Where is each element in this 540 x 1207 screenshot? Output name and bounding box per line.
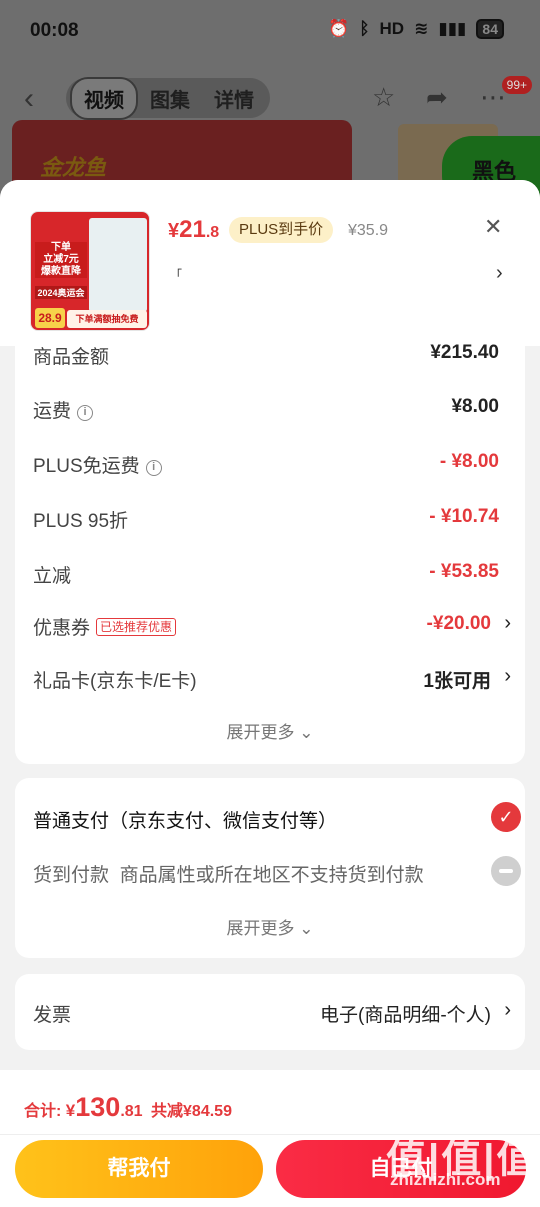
rice-bag-image: [89, 218, 147, 312]
checkmark-icon[interactable]: ✓: [491, 802, 521, 832]
status-bar: 00:08 ⏰ ᛒ HD ≋ ▮▮▮ 84: [0, 0, 540, 64]
expand-more-button[interactable]: 展开更多 ⌄: [15, 914, 525, 939]
expand-more-button[interactable]: 展开更多 ⌄: [15, 718, 525, 743]
summary-row-coupon[interactable]: 优惠券 已选推荐优惠 -¥20.00 ›: [33, 612, 511, 643]
info-icon[interactable]: i: [77, 405, 94, 421]
summary-row-shipping: 运费 i ¥8.00: [33, 396, 499, 422]
background-page: 00:08 ⏰ ᛒ HD ≋ ▮▮▮ 84 ‹ 视频 图集 详情 ☆ ➦ ⋯ 9…: [0, 0, 540, 200]
tab-details[interactable]: 详情: [202, 79, 266, 118]
product-header: 下单 立减7元 爆款直降 2024奥运会 28.9 下单满额抽免费 ¥21.8 …: [0, 180, 540, 346]
media-tabs: 视频 图集 详情: [66, 76, 270, 120]
notification-badge: 99+: [501, 76, 532, 94]
payment-option-cod: 货到付款 商品属性或所在地区不支持货到付款: [33, 856, 521, 887]
tab-gallery[interactable]: 图集: [138, 79, 202, 118]
summary-row-goods-amount: 商品金额 ¥215.40: [33, 342, 499, 368]
alarm-icon: ⏰: [328, 19, 350, 38]
info-icon[interactable]: i: [145, 460, 162, 476]
summary-row-plus-discount: PLUS 95折 - ¥10.74: [33, 506, 499, 532]
product-navbar: ‹ 视频 图集 详情 ☆ ➦ ⋯ 99+: [0, 74, 540, 122]
star-icon[interactable]: ☆: [372, 82, 395, 113]
checkout-footer: 合计: ¥130.81 共减¥84.59 帮我付 自己付 值|值|值 zhizh…: [0, 1070, 540, 1207]
watermark-url: zhizhizhi.com: [390, 1170, 501, 1189]
total-saved: 共减¥84.59: [151, 1103, 232, 1120]
hd-icon: HD: [379, 19, 405, 38]
plus-price-tag: PLUS到手价: [229, 217, 334, 243]
back-arrow-icon[interactable]: ‹: [24, 82, 34, 116]
invoice-row[interactable]: 发票 电子(商品明细-个人) ›: [33, 999, 511, 1030]
recommended-tag: 已选推荐优惠: [96, 618, 177, 636]
product-price: ¥21.8: [168, 216, 220, 243]
invoice-card[interactable]: 发票 电子(商品明细-个人) ›: [15, 974, 525, 1050]
battery-indicator: 84: [476, 19, 504, 39]
price-summary-card: 商品金额 ¥215.40 运费 i ¥8.00 PLUS免运费 i - ¥8.00 …: [15, 342, 525, 764]
summary-row-instant-discount: 立减 - ¥53.85: [33, 561, 499, 587]
brand-logo: 金龙鱼: [40, 155, 107, 180]
payment-option-normal[interactable]: 普通支付（京东支付、微信支付等） ✓: [33, 802, 521, 833]
summary-row-gift-card[interactable]: 礼品卡(京东卡/E卡) 1张可用 ›: [33, 665, 511, 696]
summary-row-plus-free-shipping: PLUS免运费 i - ¥8.00: [33, 451, 499, 477]
checkout-sheet: 下单 立减7元 爆款直降 2024奥运会 28.9 下单满额抽免费 ¥21.8 …: [0, 180, 540, 1207]
5g-signal-icon: ▮▮▮: [438, 19, 467, 38]
chevron-right-icon[interactable]: ›: [504, 612, 511, 635]
status-time: 00:08: [30, 20, 79, 41]
chevron-right-icon[interactable]: ›: [504, 999, 511, 1022]
chevron-right-icon[interactable]: ›: [496, 262, 503, 285]
spec-selector[interactable]: 「: [170, 266, 182, 283]
disabled-icon: [491, 856, 521, 886]
chevron-down-icon: ⌄: [294, 919, 314, 938]
payment-method-card: 普通支付（京东支付、微信支付等） ✓ 货到付款 商品属性或所在地区不支持货到付款…: [15, 778, 525, 958]
product-thumbnail[interactable]: 下单 立减7元 爆款直降 2024奥运会 28.9 下单满额抽免费: [30, 211, 150, 331]
chevron-down-icon: ⌄: [294, 723, 314, 742]
close-icon[interactable]: ✕: [484, 214, 502, 240]
help-me-pay-button[interactable]: 帮我付: [15, 1140, 263, 1198]
cod-note: 商品属性或所在地区不支持货到付款: [119, 865, 424, 886]
share-icon[interactable]: ➦: [426, 82, 448, 113]
chevron-right-icon[interactable]: ›: [504, 665, 511, 688]
bluetooth-icon: ᛒ: [359, 19, 370, 38]
original-price: ¥35.9: [348, 222, 389, 239]
order-total: 合计: ¥130.81 共减¥84.59: [24, 1092, 232, 1122]
tab-video[interactable]: 视频: [70, 76, 138, 120]
wifi-icon: ≋: [414, 19, 429, 38]
